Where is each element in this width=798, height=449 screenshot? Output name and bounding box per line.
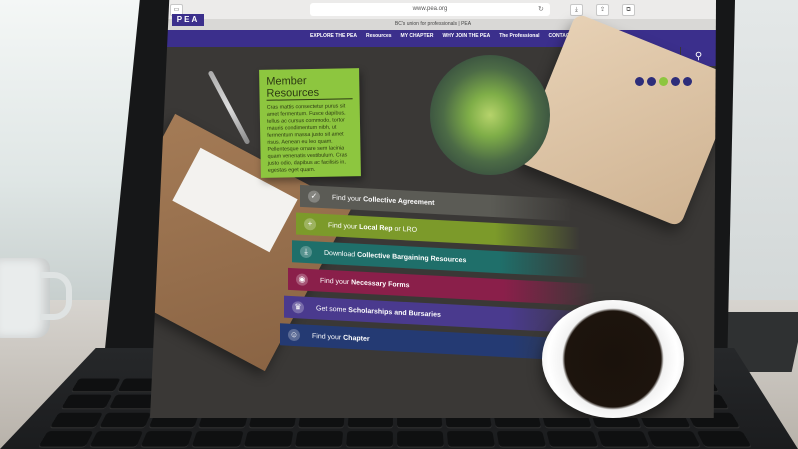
search-plus-icon: +: [304, 217, 316, 231]
menu-item-label: Find your Necessary Forms: [320, 277, 410, 289]
menu-item-suffix: or LRO: [392, 225, 418, 234]
keyboard-key: [71, 378, 121, 392]
nav-my-chapter[interactable]: MY CHAPTER: [401, 33, 434, 39]
people-icon: ☺: [288, 328, 300, 342]
browser-toolbar: ▭ ⤓ ⇪ ⧉ www.pea.org ↻: [150, 0, 716, 20]
slide-dots: [635, 77, 692, 86]
menu-item-label: Find your Collective Agreement: [332, 194, 434, 206]
keyboard-key: [345, 430, 393, 447]
check-icon: ✓: [308, 190, 320, 203]
background-right: [725, 0, 798, 300]
note-title: Member Resources: [266, 74, 353, 101]
slide-dot[interactable]: [683, 77, 692, 86]
slide-dot[interactable]: [659, 77, 668, 86]
keyboard-key: [596, 430, 649, 447]
menu-item-strong: Necessary Forms: [351, 278, 410, 289]
note-body: Cras mattis consectetur purus sit amet f…: [266, 103, 348, 174]
slide-dot[interactable]: [635, 77, 644, 86]
succulent-plant: [430, 55, 550, 175]
keyboard-key: [546, 430, 598, 447]
member-resources-note: Member Resources Cras mattis consectetur…: [259, 68, 361, 178]
keyboard-key: [99, 412, 152, 427]
tabs-icon[interactable]: ⧉: [622, 4, 635, 16]
slide-dot[interactable]: [671, 77, 680, 86]
download-icon[interactable]: ⤓: [570, 4, 583, 16]
slide-dot[interactable]: [647, 77, 656, 86]
keyboard-key: [294, 430, 344, 447]
nav-the-professional[interactable]: The Professional: [499, 33, 539, 39]
keyboard-key: [646, 430, 701, 447]
keyboard-key: [397, 430, 445, 447]
keyboard-key: [141, 430, 194, 447]
menu-item-strong: Collective Agreement: [363, 195, 435, 207]
menu-item-prefix: Find your: [328, 221, 360, 231]
keyboard-key: [38, 430, 94, 447]
keyboard-key: [61, 394, 113, 409]
menu-item-strong: Collective Bargaining Resources: [357, 251, 467, 264]
nav-links: EXPLORE THE PEA Resources MY CHAPTER WHY…: [310, 33, 581, 39]
menu-item-strong: Chapter: [343, 334, 370, 343]
keyboard-key: [243, 430, 294, 447]
keyboard-key: [50, 412, 104, 427]
trophy-icon: ♛: [292, 301, 304, 314]
menu-item-label: Find your Local Rep or LRO: [328, 222, 417, 234]
address-bar[interactable]: www.pea.org: [310, 3, 550, 16]
coffee-cup: [542, 300, 684, 418]
keyboard-key: [696, 430, 752, 447]
menu-item-strong: Local Rep: [359, 223, 393, 233]
reload-icon[interactable]: ↻: [538, 5, 544, 13]
nav-why-join[interactable]: WHY JOIN THE PEA: [443, 33, 491, 39]
background-mug-handle: [40, 272, 72, 320]
tab-title[interactable]: BC's union for professionals | PEA: [150, 19, 716, 30]
keyboard-key: [89, 430, 144, 447]
menu-item-prefix: Get some: [316, 304, 349, 314]
menu-item-label: Get some Scholarships and Bursaries: [316, 305, 441, 319]
menu-item-label: Find your Chapter: [312, 332, 370, 342]
menu-item-prefix: Find your: [332, 194, 364, 203]
nav-resources[interactable]: Resources: [366, 33, 392, 39]
nav-explore[interactable]: EXPLORE THE PEA: [310, 33, 357, 39]
keyboard-key: [446, 430, 496, 447]
menu-item-label: Download Collective Bargaining Resources: [324, 249, 466, 263]
keyboard-key: [496, 430, 547, 447]
site-logo[interactable]: PEA: [172, 14, 204, 26]
laptop-screen: ▭ ⤓ ⇪ ⧉ www.pea.org ↻ BC's union for pro…: [150, 0, 716, 418]
share-icon[interactable]: ⇪: [596, 4, 609, 16]
menu-item-strong: Scholarships and Bursaries: [348, 306, 441, 319]
menu-item-prefix: Find your: [312, 332, 344, 342]
menu-item-prefix: Find your: [320, 277, 352, 286]
keyboard-key: [192, 430, 244, 447]
download-icon: ⤓: [300, 245, 312, 259]
menu-item-prefix: Download: [324, 249, 358, 259]
target-icon: ◉: [296, 273, 308, 286]
